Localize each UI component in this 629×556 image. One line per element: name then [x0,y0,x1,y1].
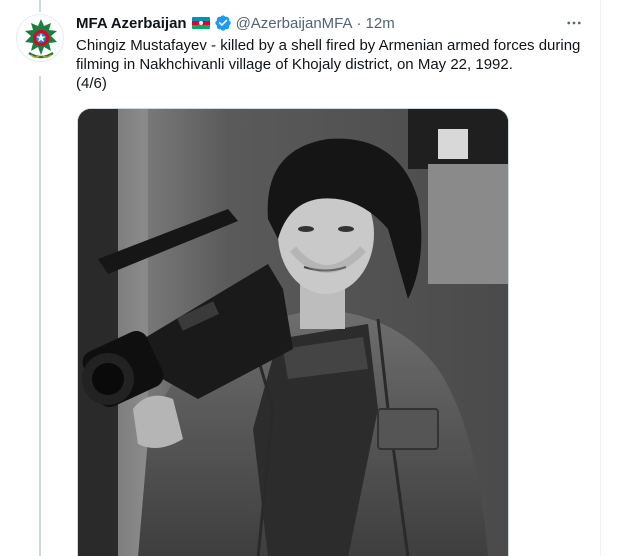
avatar[interactable] [16,14,64,62]
verified-badge-icon [214,14,232,32]
thread-connector [39,76,41,556]
column-divider [600,0,601,556]
author-name[interactable]: MFA Azerbaijan [76,15,187,32]
photo-cameraman-image [78,109,508,556]
tweet-text: Chingiz Mustafayev - killed by a shell f… [76,36,588,93]
tweet-text-line: filming in Nakhchivanli village of Khoja… [76,56,513,73]
tweet-timestamp[interactable]: 12m [366,15,395,32]
azerbaijan-flag-icon [191,17,210,29]
author-handle[interactable]: @AzerbaijanMFA [236,15,353,32]
more-options-icon [567,21,581,25]
tweet-text-line: Chingiz Mustafayev - killed by a shell f… [76,37,581,54]
separator-dot: · [356,14,362,32]
azerbaijan-state-emblem-icon [19,17,63,61]
more-options-button[interactable] [560,12,588,34]
tweet-photo[interactable] [77,108,509,556]
tweet-text-line: (4/6) [76,75,107,92]
thread-connector-top [39,0,41,12]
tweet-header: MFA Azerbaijan @AzerbaijanMFA · 12m [76,12,588,34]
